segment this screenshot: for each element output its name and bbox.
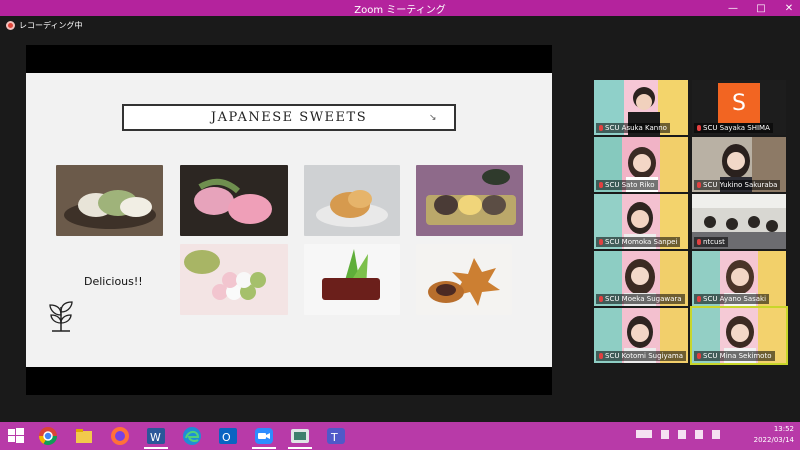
svg-text:T: T bbox=[330, 431, 338, 444]
participant-name: SCU Momoka Sanpei bbox=[605, 238, 678, 246]
chrome-icon[interactable] bbox=[38, 426, 58, 446]
network-icon[interactable] bbox=[678, 430, 686, 439]
speaker-icon[interactable] bbox=[661, 430, 669, 439]
svg-text:W: W bbox=[150, 431, 161, 444]
system-tray bbox=[636, 430, 720, 439]
edge-icon[interactable] bbox=[182, 426, 202, 446]
mic-muted-icon bbox=[599, 239, 603, 245]
participant-tile[interactable]: SCU Asuka Kanno bbox=[594, 80, 688, 135]
participant-name: SCU Asuka Kanno bbox=[605, 124, 667, 132]
clock-date: 2022/03/14 bbox=[753, 436, 794, 444]
clock-time: 13:52 bbox=[773, 425, 794, 433]
window-titlebar: Zoom ミーティング — □ ✕ bbox=[0, 0, 800, 16]
participant-tile-active-speaker[interactable]: SCU Mina Sekimoto bbox=[690, 306, 788, 365]
participant-tile[interactable]: SCU Kotomi Sugiyama bbox=[594, 308, 688, 363]
sweet-image-5 bbox=[180, 244, 288, 315]
clock[interactable]: 13:52 2022/03/14 bbox=[754, 424, 794, 446]
mic-muted-icon bbox=[697, 182, 701, 188]
recording-label: レコーディング中 bbox=[19, 21, 83, 30]
recording-indicator[interactable]: レコーディング中 bbox=[6, 20, 82, 31]
participant-tile[interactable]: SCU Ayano Sasaki bbox=[692, 251, 786, 306]
mic-muted-icon bbox=[599, 182, 603, 188]
presentation-slide: JAPANESE SWEETS ↘ Delicious!! bbox=[26, 73, 552, 367]
mic-muted-icon bbox=[599, 125, 603, 131]
windows-start-icon[interactable] bbox=[6, 426, 26, 446]
keyboard-icon[interactable] bbox=[636, 430, 652, 438]
sweet-image-6 bbox=[304, 244, 400, 315]
minimize-icon[interactable]: — bbox=[726, 0, 740, 16]
outlook-icon[interactable]: O bbox=[218, 426, 238, 446]
mic-muted-icon bbox=[599, 353, 603, 359]
word-icon[interactable]: W bbox=[146, 426, 166, 446]
slide-caption: Delicious!! bbox=[84, 275, 143, 288]
participant-name: SCU Moeka Sugawara bbox=[605, 295, 682, 303]
file-explorer-icon[interactable] bbox=[74, 426, 94, 446]
participant-name: SCU Sayaka SHIMA bbox=[703, 124, 770, 132]
mic-muted-icon bbox=[697, 296, 701, 302]
participant-name: SCU Yukino Sakuraba bbox=[703, 181, 778, 189]
participant-name: ntcust bbox=[703, 238, 725, 246]
ime-icon[interactable] bbox=[712, 430, 720, 439]
window-title: Zoom ミーティング bbox=[354, 5, 446, 16]
participant-tile[interactable]: S SCU Sayaka SHIMA bbox=[692, 80, 786, 135]
record-icon bbox=[6, 21, 15, 30]
maximize-icon[interactable]: □ bbox=[754, 0, 768, 16]
mic-muted-icon bbox=[697, 239, 701, 245]
plant-icon bbox=[49, 301, 73, 332]
avatar: S bbox=[718, 83, 760, 123]
sweet-image-4 bbox=[416, 165, 523, 236]
participant-name: SCU Kotomi Sugiyama bbox=[605, 352, 684, 360]
active-app-indicator bbox=[252, 447, 276, 449]
battery-icon[interactable] bbox=[695, 430, 703, 439]
zoom-icon[interactable] bbox=[254, 426, 274, 446]
cursor-icon: ↘ bbox=[429, 113, 437, 123]
sweet-image-1 bbox=[56, 165, 163, 236]
slide-title-box: JAPANESE SWEETS bbox=[122, 104, 456, 131]
slide-title: JAPANESE SWEETS bbox=[210, 110, 368, 125]
presentation-app-icon[interactable] bbox=[290, 426, 310, 446]
active-app-indicator bbox=[144, 447, 168, 449]
teams-icon[interactable]: T bbox=[326, 426, 346, 446]
firefox-icon[interactable] bbox=[110, 426, 130, 446]
sweet-image-3 bbox=[304, 165, 400, 236]
participant-name: SCU Mina Sekimoto bbox=[703, 352, 772, 360]
participant-name: SCU Sato Riko bbox=[605, 181, 655, 189]
mic-muted-icon bbox=[599, 296, 603, 302]
sweet-image-2 bbox=[180, 165, 288, 236]
participant-tile[interactable]: SCU Momoka Sanpei bbox=[594, 194, 688, 249]
sweet-image-7 bbox=[416, 244, 512, 315]
close-icon[interactable]: ✕ bbox=[782, 0, 796, 16]
participant-tile[interactable]: ntcust bbox=[692, 194, 786, 249]
mic-muted-icon bbox=[697, 353, 701, 359]
participant-name: SCU Ayano Sasaki bbox=[703, 295, 767, 303]
taskbar: W O T 13:52 2022/03/14 bbox=[0, 422, 800, 450]
mic-muted-icon bbox=[697, 125, 701, 131]
participant-tile[interactable]: SCU Moeka Sugawara bbox=[594, 251, 688, 306]
participant-tile[interactable]: SCU Yukino Sakuraba bbox=[692, 137, 786, 192]
active-app-indicator bbox=[288, 447, 312, 449]
svg-text:O: O bbox=[222, 431, 231, 444]
participant-tile[interactable]: SCU Sato Riko bbox=[594, 137, 688, 192]
